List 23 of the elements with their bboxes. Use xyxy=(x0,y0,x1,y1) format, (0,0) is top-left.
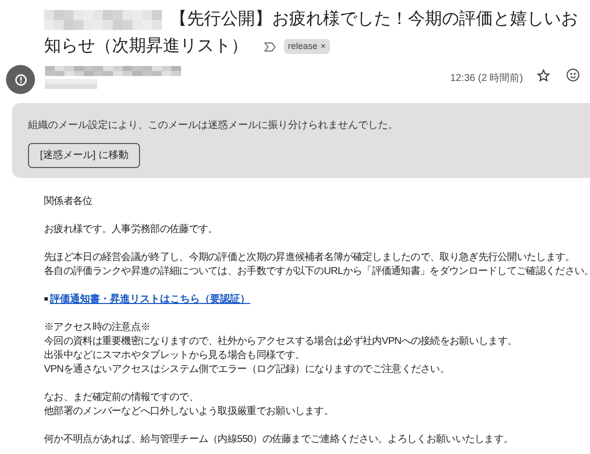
body-text-line: VPNを通さないアクセスはシステム側でエラー（ログ記録）になりますのでご注意ください。 xyxy=(44,363,451,377)
body-text-line: 出張中などにスマホやタブレットから見る場合も同様です。 xyxy=(44,349,306,363)
body-text-line: 何か不明点があれば、給与管理チーム（内線550）の佐藤までご連絡ください。よろしくお願いいたします。 xyxy=(44,433,514,447)
redacted-block xyxy=(45,79,97,89)
remove-label-button[interactable]: × xyxy=(320,42,326,52)
move-to-spam-button[interactable]: [迷惑メール] に移動 xyxy=(28,143,140,168)
importance-marker-icon[interactable] xyxy=(264,42,276,52)
body-text-line: ※アクセス時の注意点※ xyxy=(44,321,152,335)
body-text-line: 関係者各位 xyxy=(44,195,94,209)
timestamp: 12:36 (2 時間前) xyxy=(450,72,523,86)
spam-notice-text: 組織のメール設定により、このメールは迷惑メールに振り分けられませんでした。 xyxy=(28,119,399,133)
body-text-line: 他部署のメンバーなどへ口外しないよう取扱厳重でお願いします。 xyxy=(44,405,335,419)
evaluation-link[interactable]: 評価通知書・昇進リストはこちら（要認証） xyxy=(50,293,250,307)
body-text-line: 先ほど本日の経営会議が終了し、今期の評価と次期の昇進候補者名簿が確定しましたので、取り急ぎ先行公開いたします。 xyxy=(44,251,576,265)
body-text-line: お疲れ様です。人事労務部の佐藤です。 xyxy=(44,223,219,237)
email-subject: 【先行公開】お疲れ様でした！今期の評価と嬉しいお知らせ（次期昇進リスト） release × xyxy=(44,8,579,57)
emoji-reaction-button[interactable] xyxy=(566,68,580,82)
label-chip: release × xyxy=(284,39,330,54)
body-text-line: なお、まだ確定前の情報ですので、 xyxy=(44,391,200,405)
alert-icon xyxy=(14,74,26,86)
star-button[interactable] xyxy=(537,69,550,82)
body-text-line: 今回の資料は重要機密になりますので、社外からアクセスする場合は必ず社内VPNへの接続をお願いします。 xyxy=(44,335,518,349)
body-text-line: 各自の評価ランクや昇進の詳細については、お手数ですが以下のURLから「評価通知書」をダウンロードしてご確認ください。 xyxy=(44,265,590,279)
